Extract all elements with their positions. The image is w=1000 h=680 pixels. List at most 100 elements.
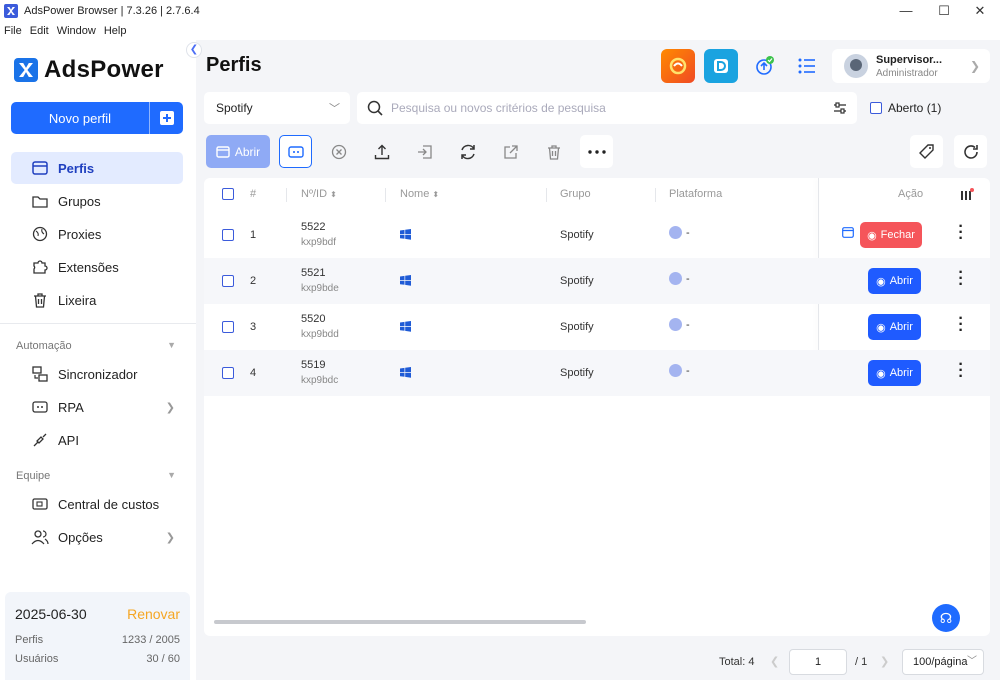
select-all-checkbox[interactable] bbox=[222, 188, 234, 200]
rpa-robot-button[interactable] bbox=[279, 135, 312, 168]
quick-add-button[interactable] bbox=[150, 111, 183, 125]
windows-icon bbox=[400, 229, 411, 243]
profile-id: kxp9bde bbox=[301, 283, 339, 294]
sidebar-item-sincronizador[interactable]: Sincronizador bbox=[11, 358, 183, 390]
browser-window-icon[interactable] bbox=[842, 227, 854, 241]
sidebar-item-label: Lixeira bbox=[58, 292, 97, 308]
row-checkbox[interactable] bbox=[222, 275, 234, 287]
import-button[interactable] bbox=[408, 135, 441, 168]
prev-page-icon[interactable]: ❮ bbox=[770, 655, 779, 668]
sidebar-item-lixeira[interactable]: Lixeira bbox=[11, 284, 183, 316]
more-horizontal-icon bbox=[587, 149, 606, 154]
column-settings-icon[interactable] bbox=[960, 188, 974, 204]
table-row[interactable]: 3 5520 kxp9bdd Spotify - ◉ Abrir · · · bbox=[204, 304, 990, 350]
profiles-table: # Nº/ID ⬍ Nome ⬍ Grupo Plataforma Ação 1… bbox=[204, 178, 990, 636]
sort-icon: ⬍ bbox=[330, 190, 337, 199]
open-profile-button[interactable]: ◉ Abrir bbox=[868, 360, 921, 386]
open-profile-button[interactable]: ◉ Abrir bbox=[868, 268, 921, 294]
page-size-select[interactable]: 100/página ﹀ bbox=[902, 649, 984, 675]
new-profile-button[interactable]: Novo perfil bbox=[11, 102, 183, 134]
row-index: 3 bbox=[250, 321, 257, 333]
sidebar-item-opcoes[interactable]: Opções ❯ bbox=[11, 521, 183, 553]
table-row[interactable]: 4 5519 kxp9bdc Spotify - ◉ Abrir · · · bbox=[204, 350, 990, 396]
upload-icon bbox=[374, 144, 389, 159]
caret-down-icon: ▼ bbox=[167, 340, 176, 350]
table-row[interactable]: 1 5522 kxp9bdf Spotify - ◉ Fechar · · · bbox=[204, 212, 990, 258]
robot-icon bbox=[287, 145, 304, 158]
sidebar-item-label: Opções bbox=[58, 529, 103, 545]
promo-orange-icon[interactable] bbox=[661, 49, 695, 83]
export-button[interactable] bbox=[494, 135, 527, 168]
sidebar-item-label: RPA bbox=[58, 399, 84, 415]
row-more-icon[interactable]: · · · bbox=[956, 219, 966, 247]
checkbox[interactable] bbox=[870, 102, 882, 114]
close-profile-label: Fechar bbox=[880, 229, 915, 241]
horizontal-scrollbar[interactable] bbox=[214, 620, 586, 624]
refresh-profiles-button[interactable] bbox=[451, 135, 484, 168]
brand-name: AdsPower bbox=[44, 56, 164, 83]
profile-number: 5521 bbox=[301, 267, 326, 279]
search-input[interactable] bbox=[391, 101, 811, 115]
close-all-button[interactable] bbox=[322, 135, 355, 168]
sidebar-item-api[interactable]: API bbox=[11, 424, 183, 456]
row-more-icon[interactable]: · · · bbox=[956, 265, 966, 293]
browser-window-icon bbox=[216, 145, 230, 158]
update-icon[interactable] bbox=[747, 49, 781, 83]
row-checkbox[interactable] bbox=[222, 229, 234, 241]
table-row[interactable]: 2 5521 kxp9bde Spotify - ◉ Abrir · · · bbox=[204, 258, 990, 304]
sidebar-item-perfis[interactable]: Perfis bbox=[11, 152, 183, 184]
column-divider bbox=[546, 188, 547, 202]
user-account-menu[interactable]: Supervisor... Administrador ❯ bbox=[832, 49, 990, 83]
delete-button[interactable] bbox=[537, 135, 570, 168]
column-divider bbox=[655, 188, 656, 202]
sidebar-item-rpa[interactable]: RPA ❯ bbox=[11, 391, 183, 423]
windows-icon bbox=[400, 367, 411, 381]
open-profile-button[interactable]: ◉ Abrir bbox=[868, 314, 921, 340]
reload-button[interactable] bbox=[954, 135, 987, 168]
menu-file[interactable]: File bbox=[4, 25, 22, 37]
row-more-icon[interactable]: · · · bbox=[956, 311, 966, 339]
column-header-name[interactable]: Nome ⬍ bbox=[400, 178, 439, 210]
sidebar-item-grupos[interactable]: Grupos bbox=[11, 185, 183, 217]
row-index: 1 bbox=[250, 229, 257, 241]
sidebar-item-label: Extensões bbox=[58, 259, 119, 275]
menu-edit[interactable]: Edit bbox=[30, 25, 49, 37]
menu-help[interactable]: Help bbox=[104, 25, 127, 37]
opened-filter-label: Aberto (1) bbox=[888, 101, 942, 115]
tag-icon bbox=[918, 143, 934, 159]
plan-profiles-label: Perfis bbox=[15, 634, 44, 646]
filter-settings-icon[interactable] bbox=[833, 101, 847, 115]
platform-icon bbox=[669, 226, 682, 239]
row-more-icon[interactable]: · · · bbox=[956, 357, 966, 385]
renew-link[interactable]: Renovar bbox=[127, 606, 180, 622]
sidebar-item-proxies[interactable]: Proxies bbox=[11, 218, 183, 250]
tag-button[interactable] bbox=[910, 135, 943, 168]
chrome-icon: ◉ bbox=[876, 367, 886, 380]
team-section-header[interactable]: Equipe ▼ bbox=[16, 470, 176, 482]
profile-id-cell: 5522 kxp9bdf bbox=[301, 221, 336, 248]
sidebar-item-extensoes[interactable]: Extensões bbox=[11, 251, 183, 283]
task-list-icon[interactable] bbox=[790, 49, 824, 83]
close-window-button[interactable]: ✕ bbox=[958, 0, 1000, 22]
profile-group: Spotify bbox=[560, 367, 594, 379]
chevron-right-icon: ❯ bbox=[969, 59, 980, 73]
menu-window[interactable]: Window bbox=[57, 25, 96, 37]
automation-section-header[interactable]: Automação ▼ bbox=[16, 340, 176, 352]
next-page-icon[interactable]: ❯ bbox=[880, 655, 889, 668]
open-selected-button[interactable]: Abrir bbox=[206, 135, 270, 168]
row-checkbox[interactable] bbox=[222, 321, 234, 333]
page-number-input[interactable]: 1 bbox=[789, 649, 847, 675]
close-profile-button[interactable]: ◉ Fechar bbox=[860, 222, 922, 248]
upload-button[interactable] bbox=[365, 135, 398, 168]
sidebar-item-central-de-custos[interactable]: Central de custos bbox=[11, 488, 183, 520]
collapse-sidebar-button[interactable]: ❮ bbox=[186, 42, 202, 58]
globe-icon bbox=[31, 225, 49, 243]
more-actions-button[interactable] bbox=[580, 135, 613, 168]
row-checkbox[interactable] bbox=[222, 367, 234, 379]
opened-filter-checkbox[interactable]: Aberto (1) bbox=[870, 101, 941, 115]
support-chat-button[interactable]: ☊ bbox=[932, 604, 960, 632]
column-header-id[interactable]: Nº/ID ⬍ bbox=[301, 178, 337, 210]
platform-icon bbox=[669, 364, 682, 377]
app-d-icon[interactable] bbox=[704, 49, 738, 83]
group-filter-select[interactable]: Spotify ﹀ bbox=[204, 92, 350, 124]
